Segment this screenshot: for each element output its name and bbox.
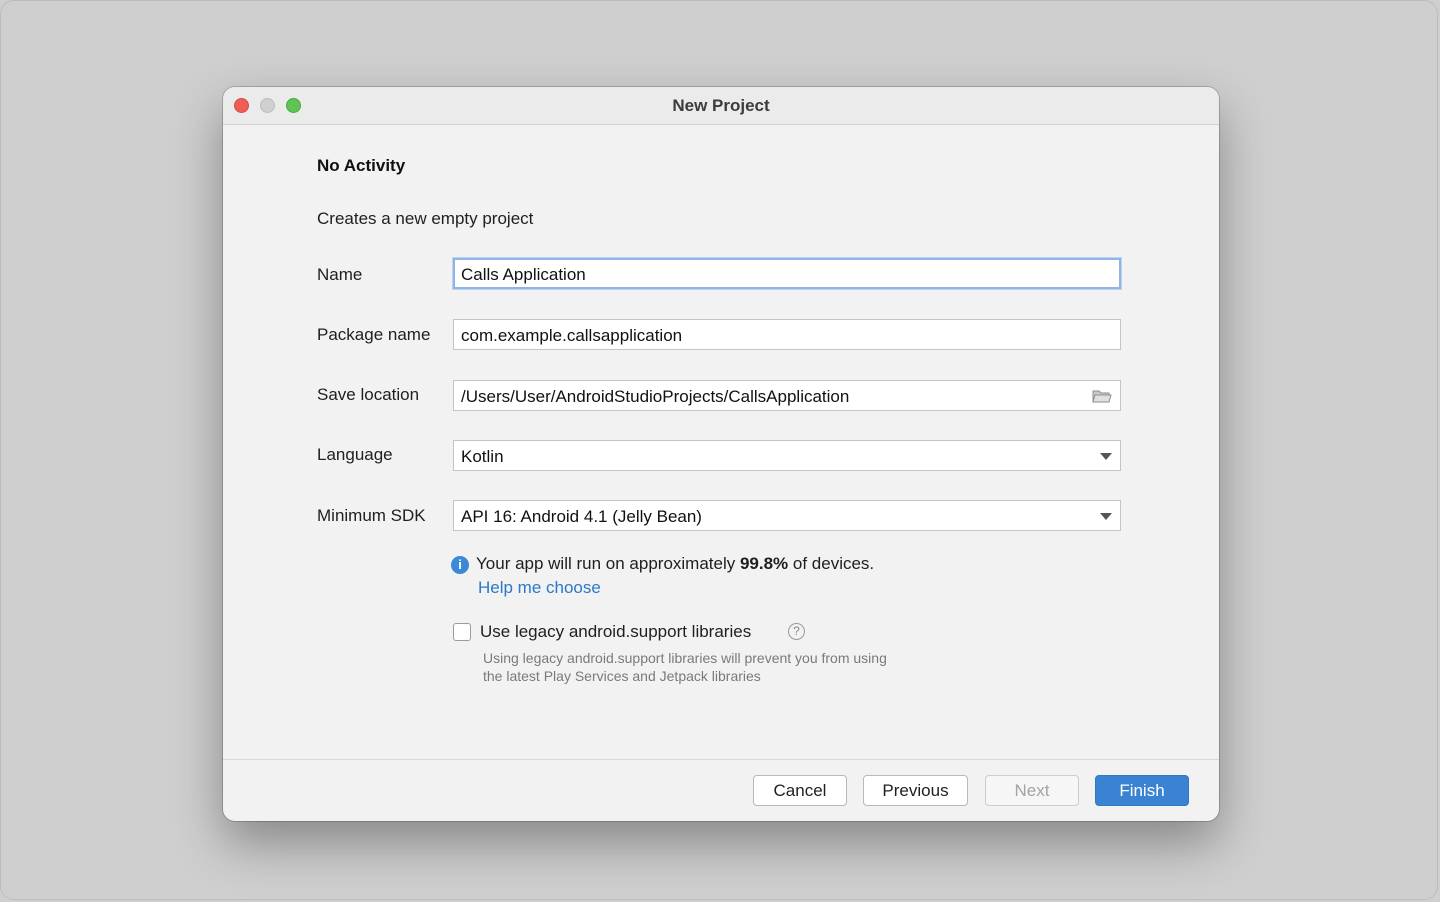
template-heading: No Activity — [317, 156, 406, 175]
window-title: New Project — [672, 96, 770, 115]
footer-divider — [223, 759, 1219, 760]
legacy-libraries-checkbox[interactable] — [453, 623, 471, 641]
new-project-dialog: New Project No Activity Creates a new em… — [223, 87, 1219, 821]
coverage-suffix: of devices. — [788, 554, 875, 573]
coverage-prefix: Your app will run on approximately — [476, 554, 740, 573]
finish-button[interactable]: Finish — [1095, 775, 1189, 806]
next-button[interactable]: Next — [985, 775, 1079, 806]
save-location-value: /Users/User/AndroidStudioProjects/CallsA… — [461, 387, 850, 406]
chevron-down-icon — [1100, 513, 1112, 520]
save-location-label: Save location — [317, 385, 420, 404]
name-value: Calls Application — [461, 265, 586, 284]
chevron-down-icon — [1100, 453, 1112, 460]
legacy-hint-line-2: the latest Play Services and Jetpack lib… — [483, 668, 761, 684]
package-name-value: com.example.callsapplication — [461, 326, 683, 345]
minimum-sdk-select[interactable]: API 16: Android 4.1 (Jelly Bean) — [453, 500, 1121, 531]
save-location-field[interactable]: /Users/User/AndroidStudioProjects/CallsA… — [453, 380, 1121, 411]
language-select[interactable]: Kotlin — [453, 440, 1121, 471]
previous-button[interactable]: Previous — [863, 775, 968, 806]
package-name-label: Package name — [317, 325, 431, 344]
template-description: Creates a new empty project — [317, 209, 534, 228]
folder-icon[interactable] — [1092, 388, 1112, 404]
legacy-hint-line-1: Using legacy android.support libraries w… — [483, 650, 887, 666]
language-value: Kotlin — [461, 447, 504, 466]
cancel-button[interactable]: Cancel — [753, 775, 847, 806]
device-coverage-text: Your app will run on approximately 99.8%… — [476, 554, 874, 574]
name-field[interactable]: Calls Application — [453, 258, 1121, 289]
title-bar: New Project — [223, 87, 1219, 125]
minimum-sdk-value: API 16: Android 4.1 (Jelly Bean) — [461, 507, 702, 526]
help-question-icon[interactable]: ? — [788, 623, 805, 640]
legacy-libraries-label[interactable]: Use legacy android.support libraries — [480, 622, 751, 642]
help-me-choose-link[interactable]: Help me choose — [478, 578, 601, 598]
language-label: Language — [317, 445, 393, 464]
coverage-percent: 99.8% — [739, 554, 789, 573]
info-icon: i — [451, 556, 469, 574]
minimum-sdk-label: Minimum SDK — [317, 506, 426, 525]
package-name-field[interactable]: com.example.callsapplication — [453, 319, 1121, 350]
name-label: Name — [317, 265, 363, 284]
